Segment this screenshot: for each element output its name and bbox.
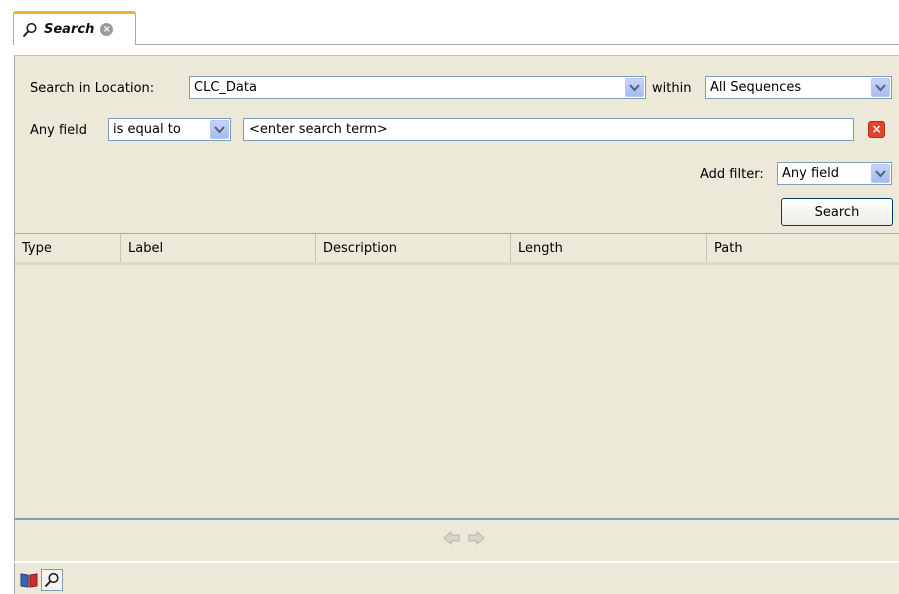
add-filter-label: Add filter: bbox=[700, 167, 764, 182]
column-header-path[interactable]: Path bbox=[707, 234, 899, 262]
search-term-input[interactable]: <enter search term> bbox=[243, 118, 854, 141]
book-icon[interactable] bbox=[18, 569, 40, 591]
chevron-down-icon[interactable] bbox=[871, 78, 890, 97]
search-button[interactable]: Search bbox=[781, 198, 893, 226]
column-header-label[interactable]: Label bbox=[121, 234, 316, 262]
chevron-down-icon[interactable] bbox=[871, 164, 890, 183]
column-header-type[interactable]: Type bbox=[15, 234, 121, 262]
tab-strip: Search × bbox=[0, 0, 899, 45]
search-icon bbox=[22, 22, 37, 37]
search-view: Search × Search in Location: CLC_Data wi… bbox=[0, 0, 899, 594]
close-icon[interactable]: × bbox=[100, 23, 114, 36]
chevron-down-icon[interactable] bbox=[210, 120, 229, 139]
table-header: Type Label Description Length Path bbox=[15, 234, 899, 265]
location-combo[interactable]: CLC_Data bbox=[189, 76, 646, 99]
bottom-toolbar bbox=[14, 563, 899, 594]
filter-field-label: Any field bbox=[30, 123, 88, 138]
add-filter-value: Any field bbox=[782, 166, 840, 181]
operator-value: is equal to bbox=[113, 122, 181, 137]
add-filter-combo[interactable]: Any field bbox=[777, 162, 892, 185]
table-bottom-border bbox=[15, 518, 899, 520]
search-icon[interactable] bbox=[41, 569, 63, 591]
arrow-right-icon[interactable] bbox=[467, 530, 485, 546]
within-label: within bbox=[652, 81, 692, 96]
search-location-label: Search in Location: bbox=[30, 81, 155, 96]
chevron-down-icon[interactable] bbox=[625, 78, 644, 97]
location-value: CLC_Data bbox=[194, 80, 257, 95]
search-panel: Search in Location: CLC_Data within All … bbox=[14, 55, 899, 561]
column-header-length[interactable]: Length bbox=[511, 234, 707, 262]
results-table: Type Label Description Length Path bbox=[15, 233, 899, 520]
remove-filter-button[interactable]: × bbox=[868, 121, 885, 138]
tab-strip-border bbox=[136, 44, 899, 45]
pager bbox=[443, 530, 485, 546]
within-combo[interactable]: All Sequences bbox=[705, 76, 892, 99]
arrow-left-icon[interactable] bbox=[443, 530, 461, 546]
operator-combo[interactable]: is equal to bbox=[108, 118, 231, 141]
tab-search[interactable]: Search × bbox=[13, 11, 136, 45]
tab-title: Search bbox=[44, 22, 95, 37]
search-term-placeholder: <enter search term> bbox=[249, 122, 388, 137]
within-value: All Sequences bbox=[710, 80, 802, 95]
column-header-description[interactable]: Description bbox=[316, 234, 511, 262]
